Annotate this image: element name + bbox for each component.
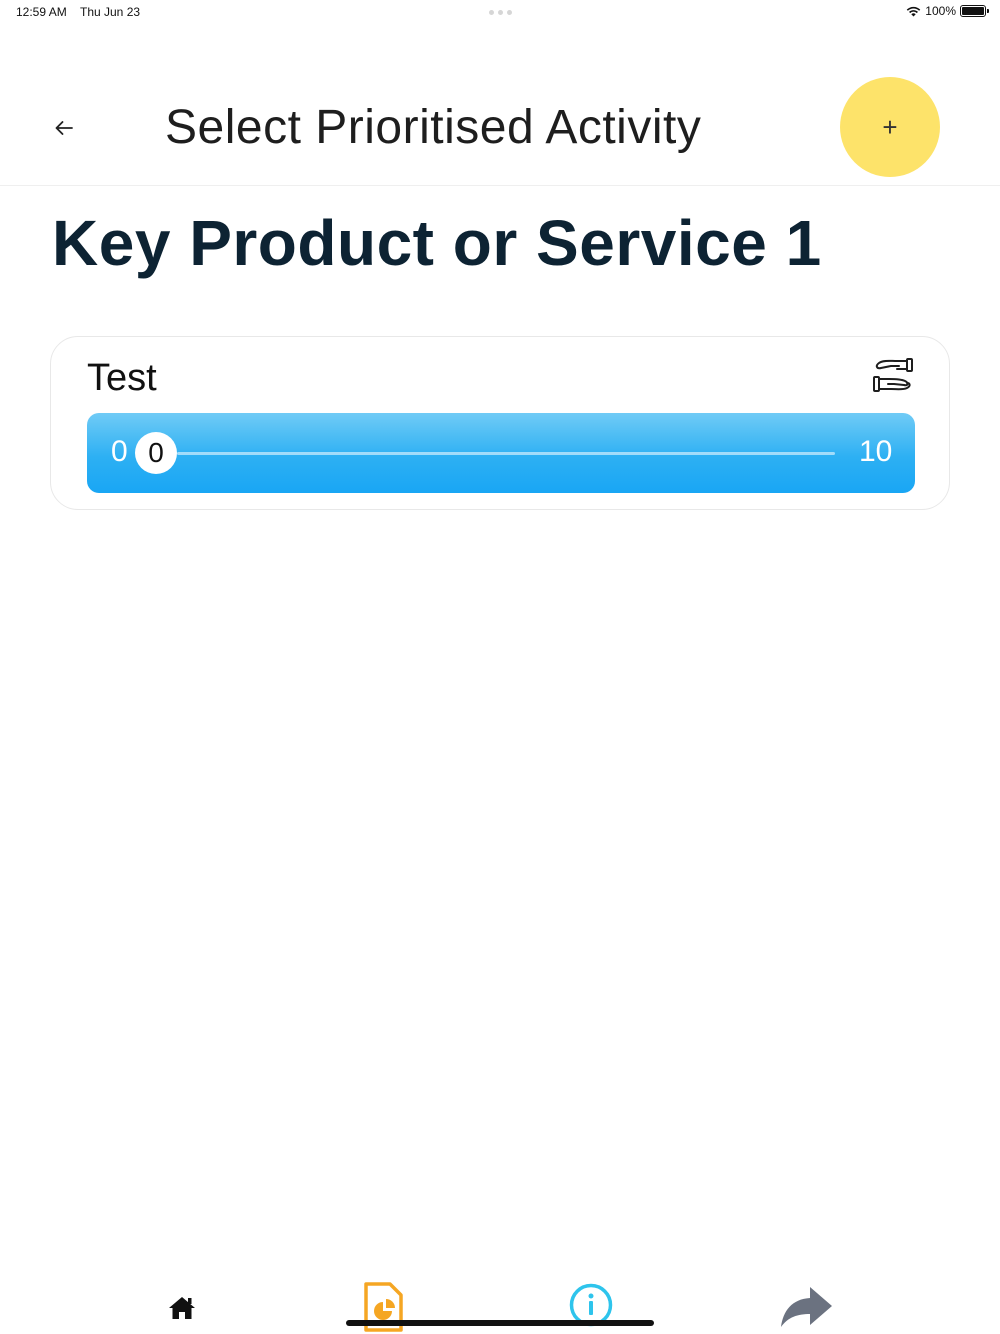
activity-card[interactable]: Test 0 0 10 xyxy=(50,336,950,510)
slider-thumb[interactable]: 0 xyxy=(135,432,177,474)
status-time: 12:59 AM xyxy=(16,5,67,19)
add-button[interactable]: + xyxy=(840,77,940,177)
home-indicator[interactable] xyxy=(346,1320,654,1326)
status-date: Thu Jun 23 xyxy=(80,5,141,19)
header: Select Prioritised Activity + xyxy=(0,60,1000,186)
wifi-icon xyxy=(907,6,921,16)
nav-share[interactable] xyxy=(776,1284,836,1330)
header-title: Select Prioritised Activity xyxy=(165,101,702,154)
battery-percentage: 100% xyxy=(925,4,956,18)
slider-track[interactable] xyxy=(177,452,835,455)
battery-icon xyxy=(960,5,989,17)
back-button[interactable] xyxy=(48,112,80,144)
share-icon xyxy=(781,1287,832,1327)
slider-value: 0 xyxy=(148,437,164,468)
handshake-icon[interactable] xyxy=(871,355,915,397)
priority-slider[interactable]: 0 0 10 xyxy=(87,413,915,493)
page-title: Key Product or Service 1 xyxy=(52,207,822,279)
activity-name: Test xyxy=(87,357,157,399)
slider-max-label: 10 xyxy=(859,435,893,468)
screen: 12:59 AM Thu Jun 23 100% Select Prioriti… xyxy=(0,0,1000,1334)
multitasking-dots-icon[interactable] xyxy=(489,10,512,15)
arrow-left-icon xyxy=(55,121,73,135)
status-bar: 12:59 AM Thu Jun 23 100% xyxy=(0,0,1000,24)
nav-home[interactable] xyxy=(162,1288,202,1328)
home-icon xyxy=(169,1297,195,1319)
slider-min-label: 0 xyxy=(111,435,128,468)
plus-icon: + xyxy=(882,111,898,142)
status-indicators: 100% xyxy=(906,4,989,18)
